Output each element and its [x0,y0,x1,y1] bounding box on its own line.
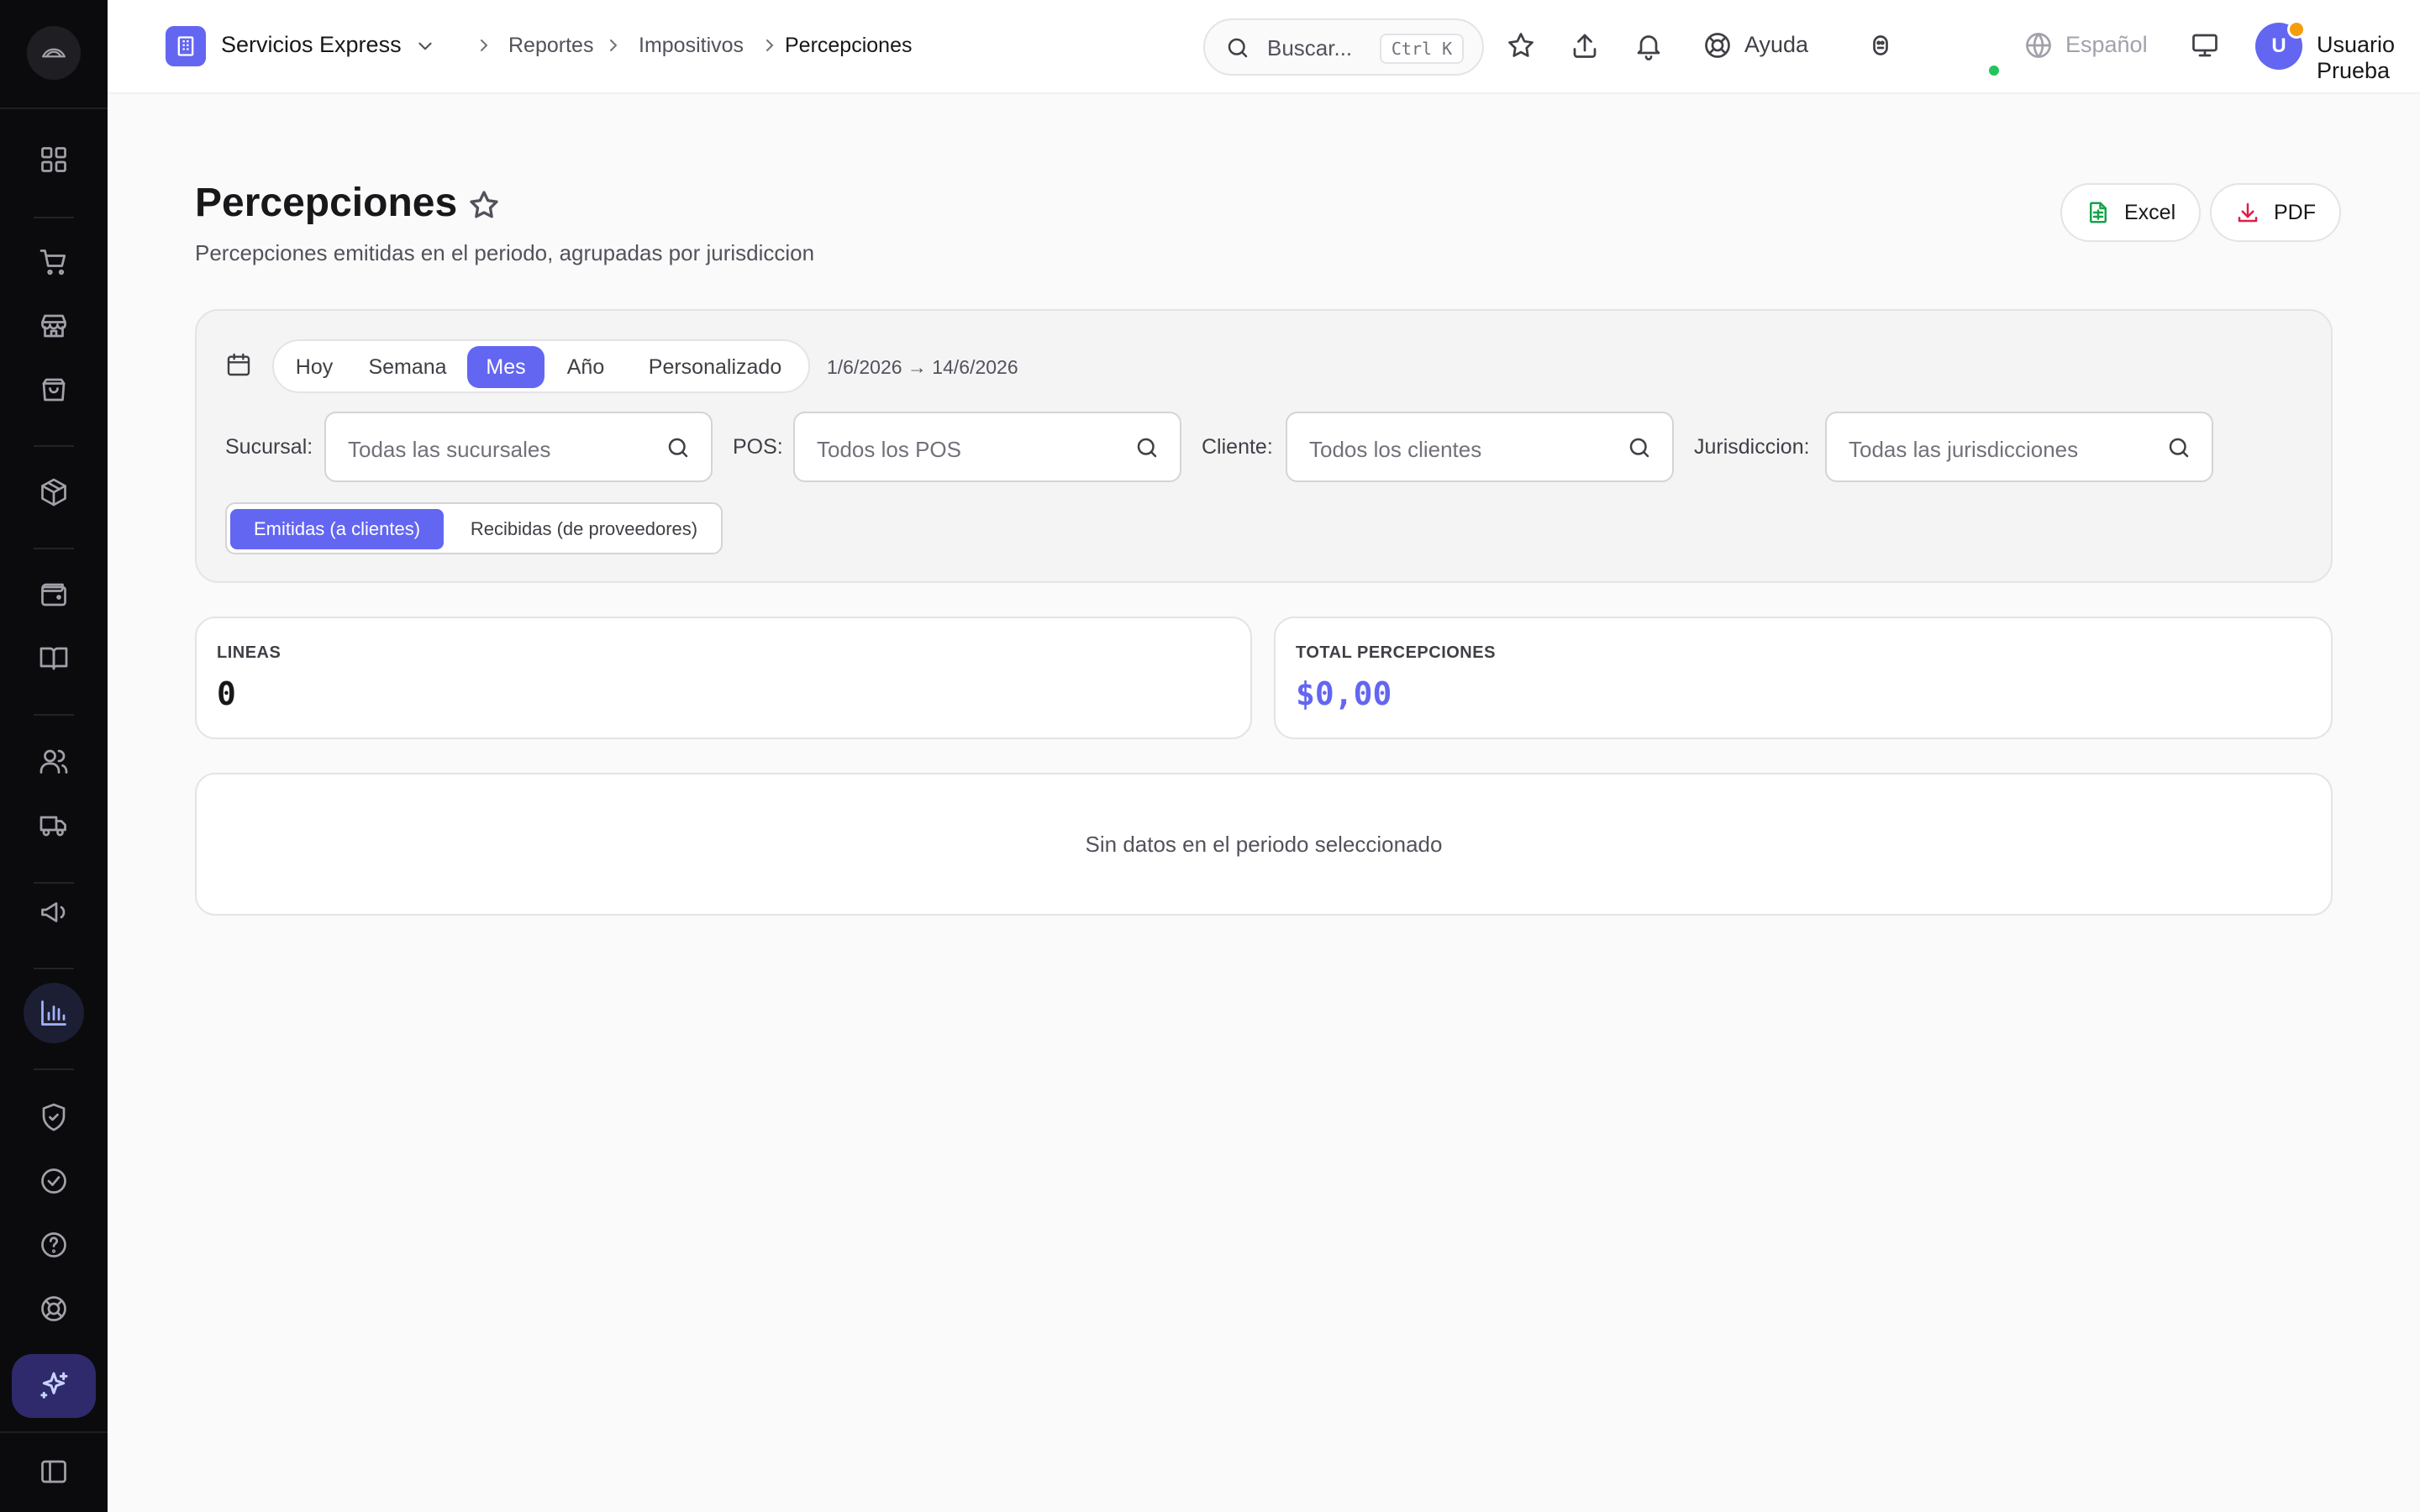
online-status-dot [1987,64,2001,77]
breadcrumb-impositivos[interactable]: Impositivos [639,34,744,58]
type-emitidas[interactable]: Emitidas (a clientes) [230,509,444,549]
search-icon [2166,435,2191,465]
period-selector: Hoy Semana Mes Año Personalizado [272,339,810,393]
star-icon[interactable] [1504,29,1538,62]
search-icon [666,435,691,465]
wallet-icon[interactable] [34,575,74,615]
help-link[interactable]: Ayuda [1744,32,1808,58]
bell-icon[interactable] [1632,29,1665,62]
stat-lines-label: LINEAS [217,643,281,662]
search-icon [1627,435,1652,465]
breadcrumb-reportes[interactable]: Reportes [508,34,593,58]
favorite-star-icon[interactable] [467,188,501,226]
period-personalizado[interactable]: Personalizado [627,346,803,388]
sidebar-divider [0,1431,108,1433]
user-name[interactable]: Usuario Prueba [2317,32,2420,84]
chevron-right-icon [474,35,494,60]
stat-card-lines: LINEAS 0 [195,617,1252,739]
users-icon[interactable] [34,741,74,781]
sidebar-divider [0,108,108,109]
cliente-label: Cliente: [1202,435,1273,459]
robot-icon[interactable] [1864,29,1897,62]
stat-total-value: $0,00 [1296,675,1392,712]
book-icon[interactable] [34,638,74,679]
spreadsheet-icon [2090,202,2107,223]
building-icon[interactable] [166,26,206,66]
globe-icon[interactable] [2022,29,2055,62]
cart-icon[interactable] [34,242,74,282]
sparkles-icon[interactable] [12,1354,96,1418]
workspace-name[interactable]: Servicios Express [221,32,402,58]
search-placeholder: Buscar... [1267,35,1353,60]
export-excel-label: Excel [2124,200,2176,224]
chevron-right-icon [603,35,623,60]
cube-logo-icon[interactable] [27,26,81,80]
sidebar-divider [34,714,74,716]
cliente-placeholder: Todos los clientes [1309,437,1482,462]
stat-lines-value: 0 [217,675,236,712]
stat-card-total: TOTAL PERCEPCIONES $0,00 [1274,617,2333,739]
sucursal-search-input[interactable]: Todas las sucursales [324,412,713,482]
empty-state: Sin datos en el periodo seleccionado [195,773,2333,916]
chevron-down-icon[interactable] [414,35,436,61]
shield-check-icon[interactable] [34,1097,74,1137]
monitor-icon[interactable] [2188,29,2222,62]
store-icon[interactable] [34,306,74,346]
export-pdf-button[interactable]: PDF [2210,183,2341,242]
pos-placeholder: Todos los POS [817,437,961,462]
dashboard-grid-icon[interactable] [34,139,74,180]
help-circle-icon[interactable] [34,1225,74,1265]
upload-icon[interactable] [1568,29,1602,62]
lifebuoy-icon[interactable] [34,1289,74,1329]
date-range: 1/6/2026 → 14/6/2026 [827,356,1018,378]
sidebar-divider [34,445,74,447]
check-circle-icon[interactable] [34,1161,74,1201]
period-anio[interactable]: Año [551,346,620,388]
jurisdiccion-search-input[interactable]: Todas las jurisdicciones [1825,412,2213,482]
pos-label: POS: [733,435,783,459]
sidebar-divider [34,968,74,969]
megaphone-icon[interactable] [34,892,74,932]
search-shortcut: Ctrl K [1380,34,1464,64]
calendar-icon [225,351,252,382]
sucursal-label: Sucursal: [225,435,313,459]
page-subtitle: Percepciones emitidas en el periodo, agr… [195,240,815,265]
jurisdiccion-placeholder: Todas las jurisdicciones [1849,437,2079,462]
jurisdiccion-label: Jurisdiccion: [1694,435,1810,459]
language-selector[interactable]: Español [2065,32,2148,58]
type-recibidas[interactable]: Recibidas (de proveedores) [449,509,719,549]
notification-dot [2287,20,2306,39]
bar-chart-icon[interactable] [34,993,74,1033]
sidebar-toggle-icon[interactable] [34,1452,74,1492]
pos-search-input[interactable]: Todos los POS [793,412,1181,482]
search-box[interactable]: Buscar... Ctrl K [1203,18,1484,76]
search-icon [1134,435,1160,465]
chevron-right-icon [760,35,780,60]
direction-selector: Emitidas (a clientes) Recibidas (de prov… [225,502,723,554]
shopping-bag-icon[interactable] [34,370,74,410]
sidebar [0,0,108,1512]
period-hoy[interactable]: Hoy [282,346,346,388]
sidebar-divider [34,882,74,884]
export-excel-button[interactable]: Excel [2060,183,2202,242]
breadcrumb-current: Percepciones [785,34,913,57]
lifebuoy-icon[interactable] [1701,29,1734,62]
export-pdf-label: PDF [2274,200,2316,224]
search-icon [1225,35,1250,65]
download-icon [2238,202,2258,223]
period-semana[interactable]: Semana [355,346,460,388]
cliente-search-input[interactable]: Todos los clientes [1286,412,1674,482]
truck-icon[interactable] [34,805,74,845]
period-mes[interactable]: Mes [467,346,544,388]
sidebar-divider [34,217,74,218]
sucursal-placeholder: Todas las sucursales [348,437,551,462]
sidebar-divider [34,1068,74,1070]
empty-message: Sin datos en el periodo seleccionado [1085,831,1443,857]
stat-total-label: TOTAL PERCEPCIONES [1296,643,1496,662]
filter-panel: Hoy Semana Mes Año Personalizado 1/6/202… [195,309,2333,583]
package-icon[interactable] [34,472,74,512]
page-title: Percepciones [195,181,458,225]
topbar: Servicios Express Reportes Impositivos P… [108,0,2420,94]
sidebar-divider [34,548,74,549]
